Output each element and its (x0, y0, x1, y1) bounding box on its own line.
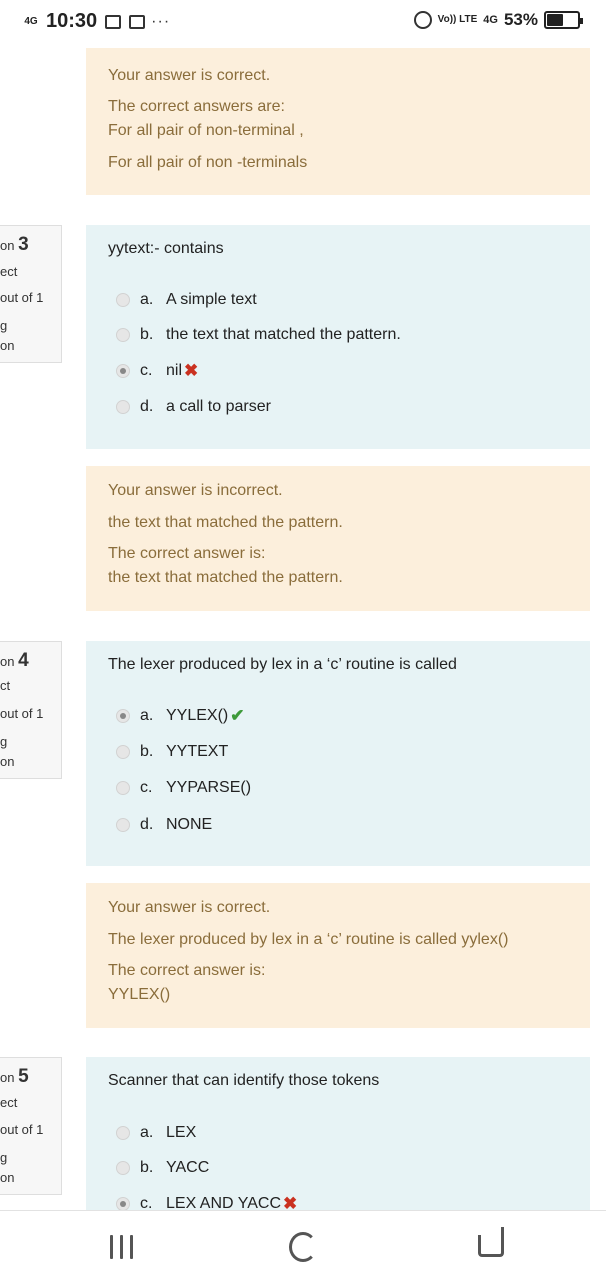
flag-question-link[interactable]: on (0, 338, 14, 353)
flag-icon[interactable]: g (0, 318, 7, 333)
battery-percent: 53% (503, 10, 538, 29)
question-info-3: on 3 ect out of 1 g on (0, 225, 62, 363)
feedback-result: Your answer is correct. (108, 67, 271, 84)
answer-option-c[interactable]: c. YYPARSE() (116, 777, 251, 799)
radio-button[interactable] (116, 328, 130, 342)
flag-question-link[interactable]: on (0, 754, 14, 769)
question-number: 3 (18, 234, 29, 255)
question-info-4: on 4 ct out of 1 g on (0, 641, 62, 779)
feedback-result: Your answer is incorrect. (108, 482, 283, 499)
correct-icon: ✔ (230, 706, 245, 725)
question-marks: out of 1 (0, 706, 44, 721)
radio-button[interactable] (116, 781, 130, 795)
incorrect-icon: ✖ (283, 1194, 298, 1210)
answer-option-b[interactable]: b. YACC (116, 1157, 209, 1179)
question-marks: out of 1 (0, 290, 44, 305)
feedback-question-2: Your answer is correct. The correct answ… (86, 48, 590, 195)
question-state: ect (0, 264, 18, 279)
answer-option-b[interactable]: b. the text that matched the pattern. (116, 324, 401, 346)
back-button[interactable] (472, 1227, 512, 1265)
radio-button[interactable] (116, 400, 130, 414)
question-3: yytext:- contains a. A simple text b. the … (86, 225, 590, 449)
correct-answer: For all pair of non-terminal , (108, 122, 304, 139)
question-5: Scanner that can identify those tokens a… (86, 1057, 590, 1210)
home-icon (289, 1232, 317, 1262)
back-icon (478, 1227, 504, 1257)
answer-option-d[interactable]: d. a call to parser (116, 396, 271, 418)
correct-answer: For all pair of non -terminals (108, 154, 308, 171)
question-marks: out of 1 (0, 1122, 44, 1137)
navigation-bar (0, 1210, 606, 1280)
radio-button-selected[interactable] (116, 364, 130, 378)
answer-option-d[interactable]: d. NONE (116, 814, 212, 836)
question-text: The lexer produced by lex in a ‘c’ routi… (108, 656, 457, 673)
general-feedback: The lexer produced by lex in a ‘c’ routi… (108, 931, 509, 948)
question-info-5: on 5 ect out of 1 g on (0, 1057, 62, 1195)
feedback-result: Your answer is correct. (108, 899, 271, 916)
network-indicator: 4G (24, 16, 38, 27)
answer-option-c[interactable]: c. nil ✖ (116, 360, 198, 382)
answer-option-a[interactable]: a. YYLEX() ✔ (116, 705, 245, 727)
question-label: on (0, 238, 15, 253)
question-number: 5 (18, 1066, 29, 1087)
answer-option-a[interactable]: a. A simple text (116, 289, 257, 311)
radio-button-selected[interactable] (116, 709, 130, 723)
radio-button-selected[interactable] (116, 1197, 130, 1210)
volte-indicator: Vo)) LTE (437, 14, 478, 25)
answer-option-c[interactable]: c. LEX AND YACC ✖ (116, 1193, 297, 1210)
correct-answer: YYLEX() (108, 986, 171, 1003)
question-text: yytext:- contains (108, 240, 224, 257)
answer-option-a[interactable]: a. LEX (116, 1122, 196, 1144)
flag-icon[interactable]: g (0, 1150, 7, 1165)
notification-icon (129, 14, 146, 29)
battery-icon (544, 11, 583, 29)
question-label: on (0, 1070, 15, 1085)
flag-question-link[interactable]: on (0, 1170, 14, 1185)
answer-option-b[interactable]: b. YYTEXT (116, 741, 228, 763)
recent-apps-button[interactable] (102, 1229, 142, 1265)
radio-button[interactable] (116, 293, 130, 307)
question-text: Scanner that can identify those tokens (108, 1072, 380, 1089)
radio-button[interactable] (116, 818, 130, 832)
flag-icon[interactable]: g (0, 734, 7, 749)
home-button[interactable] (283, 1229, 323, 1265)
feedback-question-4: Your answer is correct. The lexer produc… (86, 883, 590, 1028)
feedback-question-3: Your answer is incorrect. the text that … (86, 466, 590, 611)
clock: 10:30 (46, 10, 98, 32)
radio-button[interactable] (116, 745, 130, 759)
radio-button[interactable] (116, 1126, 130, 1140)
question-state: ct (0, 678, 11, 693)
status-bar: 4G 10:30 ··· Vo)) LTE 4G 53% (0, 0, 606, 48)
battery-fill (547, 14, 563, 26)
network-4g-indicator: 4G (483, 14, 498, 26)
correct-answer: the text that matched the pattern. (108, 569, 343, 586)
general-feedback: the text that matched the pattern. (108, 514, 343, 531)
question-label: on (0, 654, 15, 669)
correct-answer-label: The correct answers are: (108, 98, 285, 115)
mail-icon (105, 14, 122, 29)
more-notifications: ··· (151, 12, 171, 30)
correct-answer-label: The correct answer is: (108, 545, 266, 562)
radio-button[interactable] (116, 1161, 130, 1175)
incorrect-icon: ✖ (184, 361, 199, 380)
alarm-icon (413, 11, 432, 29)
question-state: ect (0, 1095, 18, 1110)
correct-answer-label: The correct answer is: (108, 962, 266, 979)
question-4: The lexer produced by lex in a ‘c’ routi… (86, 641, 590, 866)
question-number: 4 (18, 650, 29, 671)
